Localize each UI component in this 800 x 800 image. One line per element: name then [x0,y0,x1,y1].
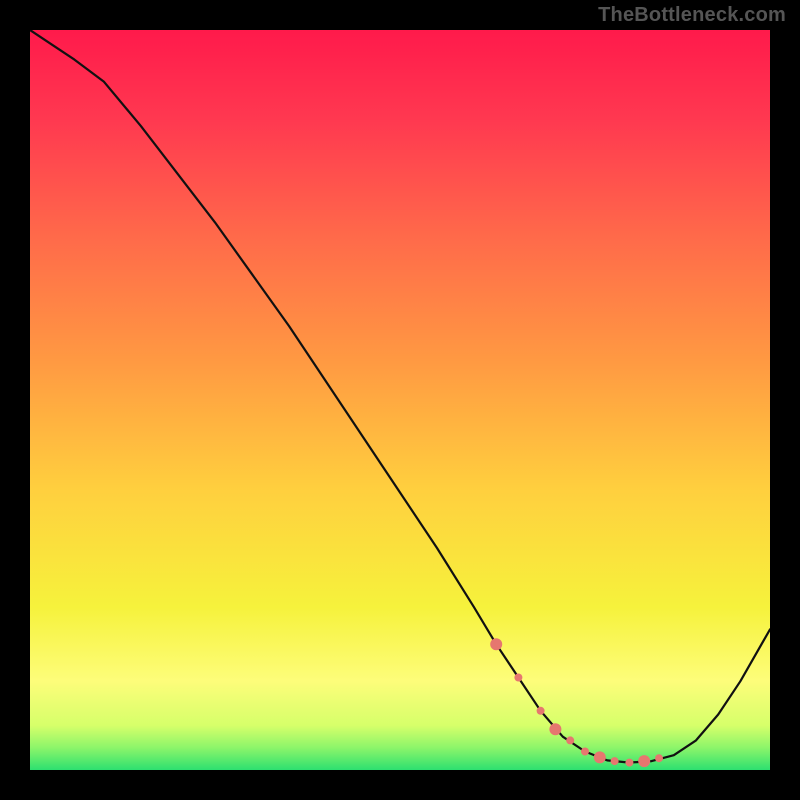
sweet-spot-dot [594,751,606,763]
sweet-spot-dot [625,759,633,767]
sweet-spot-dot [638,755,650,767]
watermark-text: TheBottleneck.com [598,4,786,27]
sweet-spot-dot [611,757,619,765]
plot-area [30,30,770,770]
sweet-spot-dot [537,707,545,715]
sweet-spot-dot [655,754,663,762]
sweet-spot-dot [549,723,561,735]
sweet-spot-dot [581,748,589,756]
gradient-rect [30,30,770,770]
sweet-spot-dot [514,674,522,682]
chart-frame: TheBottleneck.com [0,0,800,800]
sweet-spot-dot [490,638,502,650]
sweet-spot-dot [566,736,574,744]
chart-svg [30,30,770,770]
